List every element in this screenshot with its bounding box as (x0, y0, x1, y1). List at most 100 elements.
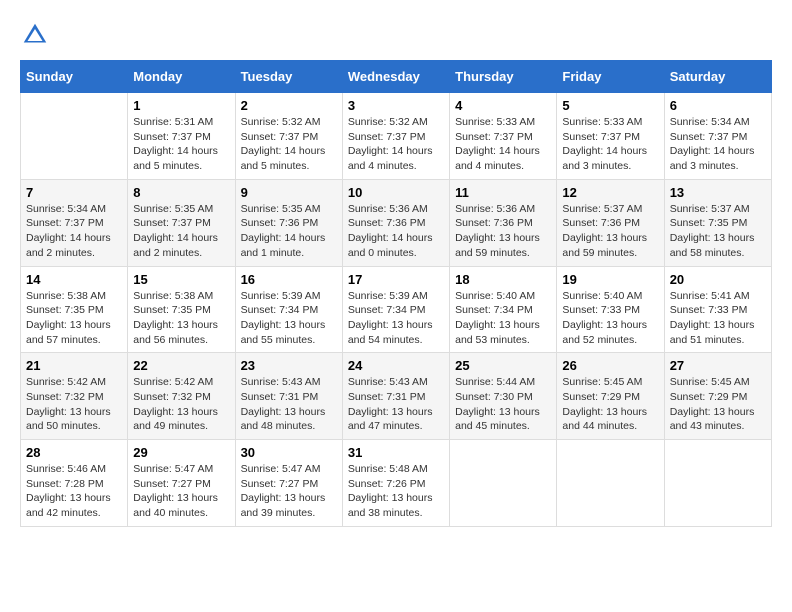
day-number: 6 (670, 98, 766, 113)
day-cell: 4 Sunrise: 5:33 AM Sunset: 7:37 PM Daylig… (450, 93, 557, 180)
day-cell: 11 Sunrise: 5:36 AM Sunset: 7:36 PM Dayli… (450, 179, 557, 266)
day-info: Sunrise: 5:32 AM Sunset: 7:37 PM Dayligh… (348, 115, 444, 174)
day-info: Sunrise: 5:40 AM Sunset: 7:33 PM Dayligh… (562, 289, 658, 348)
week-row-2: 14 Sunrise: 5:38 AM Sunset: 7:35 PM Dayli… (21, 266, 772, 353)
day-info: Sunrise: 5:35 AM Sunset: 7:37 PM Dayligh… (133, 202, 229, 261)
day-info: Sunrise: 5:43 AM Sunset: 7:31 PM Dayligh… (241, 375, 337, 434)
day-cell: 25 Sunrise: 5:44 AM Sunset: 7:30 PM Dayli… (450, 353, 557, 440)
day-number: 5 (562, 98, 658, 113)
day-number: 4 (455, 98, 551, 113)
day-cell: 28Sunrise: 5:46 AM Sunset: 7:28 PM Dayli… (21, 440, 128, 527)
day-number: 26 (562, 358, 658, 373)
page-header (20, 20, 772, 50)
week-row-1: 7 Sunrise: 5:34 AM Sunset: 7:37 PM Daylig… (21, 179, 772, 266)
day-info: Sunrise: 5:37 AM Sunset: 7:35 PM Dayligh… (670, 202, 766, 261)
day-info: Sunrise: 5:38 AM Sunset: 7:35 PM Dayligh… (133, 289, 229, 348)
day-cell: 6 Sunrise: 5:34 AM Sunset: 7:37 PM Daylig… (664, 93, 771, 180)
day-info: Sunrise: 5:34 AM Sunset: 7:37 PM Dayligh… (670, 115, 766, 174)
day-cell: 9 Sunrise: 5:35 AM Sunset: 7:36 PM Daylig… (235, 179, 342, 266)
day-cell: 29 Sunrise: 5:47 AM Sunset: 7:27 PM Dayli… (128, 440, 235, 527)
day-info: Sunrise: 5:39 AM Sunset: 7:34 PM Dayligh… (348, 289, 444, 348)
day-cell: 18 Sunrise: 5:40 AM Sunset: 7:34 PM Dayli… (450, 266, 557, 353)
day-info: Sunrise: 5:39 AM Sunset: 7:34 PM Dayligh… (241, 289, 337, 348)
day-number: 12 (562, 185, 658, 200)
day-cell: 3 Sunrise: 5:32 AM Sunset: 7:37 PM Daylig… (342, 93, 449, 180)
day-number: 18 (455, 272, 551, 287)
day-cell: 13 Sunrise: 5:37 AM Sunset: 7:35 PM Dayli… (664, 179, 771, 266)
day-number: 22 (133, 358, 229, 373)
day-info: Sunrise: 5:45 AM Sunset: 7:29 PM Dayligh… (670, 375, 766, 434)
header-cell-wednesday: Wednesday (342, 61, 449, 93)
day-number: 8 (133, 185, 229, 200)
day-info: Sunrise: 5:35 AM Sunset: 7:36 PM Dayligh… (241, 202, 337, 261)
day-cell: 7 Sunrise: 5:34 AM Sunset: 7:37 PM Daylig… (21, 179, 128, 266)
day-info: Sunrise: 5:43 AM Sunset: 7:31 PM Dayligh… (348, 375, 444, 434)
day-number: 13 (670, 185, 766, 200)
day-info: Sunrise: 5:48 AM Sunset: 7:26 PM Dayligh… (348, 462, 444, 521)
day-info: Sunrise: 5:41 AM Sunset: 7:33 PM Dayligh… (670, 289, 766, 348)
logo-icon (20, 20, 50, 50)
day-info: Sunrise: 5:40 AM Sunset: 7:34 PM Dayligh… (455, 289, 551, 348)
day-cell: 31 Sunrise: 5:48 AM Sunset: 7:26 PM Dayli… (342, 440, 449, 527)
day-number: 11 (455, 185, 551, 200)
day-info: Sunrise: 5:36 AM Sunset: 7:36 PM Dayligh… (348, 202, 444, 261)
day-number: 15 (133, 272, 229, 287)
day-cell: 19 Sunrise: 5:40 AM Sunset: 7:33 PM Dayli… (557, 266, 664, 353)
calendar-table: SundayMondayTuesdayWednesdayThursdayFrid… (20, 60, 772, 527)
day-cell: 2Sunrise: 5:32 AM Sunset: 7:37 PM Daylig… (235, 93, 342, 180)
day-cell: 1Sunrise: 5:31 AM Sunset: 7:37 PM Daylig… (128, 93, 235, 180)
day-info: Sunrise: 5:33 AM Sunset: 7:37 PM Dayligh… (455, 115, 551, 174)
day-cell: 17 Sunrise: 5:39 AM Sunset: 7:34 PM Dayli… (342, 266, 449, 353)
day-cell (450, 440, 557, 527)
day-cell: 15 Sunrise: 5:38 AM Sunset: 7:35 PM Dayli… (128, 266, 235, 353)
day-info: Sunrise: 5:44 AM Sunset: 7:30 PM Dayligh… (455, 375, 551, 434)
day-cell: 12 Sunrise: 5:37 AM Sunset: 7:36 PM Dayli… (557, 179, 664, 266)
day-cell (557, 440, 664, 527)
day-number: 31 (348, 445, 444, 460)
day-cell: 26Sunrise: 5:45 AM Sunset: 7:29 PM Dayli… (557, 353, 664, 440)
week-row-0: 1Sunrise: 5:31 AM Sunset: 7:37 PM Daylig… (21, 93, 772, 180)
day-number: 3 (348, 98, 444, 113)
day-cell: 14Sunrise: 5:38 AM Sunset: 7:35 PM Dayli… (21, 266, 128, 353)
day-number: 7 (26, 185, 122, 200)
day-info: Sunrise: 5:46 AM Sunset: 7:28 PM Dayligh… (26, 462, 122, 521)
day-number: 29 (133, 445, 229, 460)
header-cell-tuesday: Tuesday (235, 61, 342, 93)
header-cell-monday: Monday (128, 61, 235, 93)
day-number: 30 (241, 445, 337, 460)
header-cell-saturday: Saturday (664, 61, 771, 93)
day-info: Sunrise: 5:42 AM Sunset: 7:32 PM Dayligh… (26, 375, 122, 434)
day-number: 25 (455, 358, 551, 373)
day-cell: 21 Sunrise: 5:42 AM Sunset: 7:32 PM Dayli… (21, 353, 128, 440)
day-info: Sunrise: 5:47 AM Sunset: 7:27 PM Dayligh… (241, 462, 337, 521)
day-number: 9 (241, 185, 337, 200)
day-cell: 5 Sunrise: 5:33 AM Sunset: 7:37 PM Daylig… (557, 93, 664, 180)
calendar-body: 1Sunrise: 5:31 AM Sunset: 7:37 PM Daylig… (21, 93, 772, 527)
day-info: Sunrise: 5:33 AM Sunset: 7:37 PM Dayligh… (562, 115, 658, 174)
header-cell-sunday: Sunday (21, 61, 128, 93)
day-cell: 16 Sunrise: 5:39 AM Sunset: 7:34 PM Dayli… (235, 266, 342, 353)
day-cell (664, 440, 771, 527)
header-cell-thursday: Thursday (450, 61, 557, 93)
header-cell-friday: Friday (557, 61, 664, 93)
day-info: Sunrise: 5:37 AM Sunset: 7:36 PM Dayligh… (562, 202, 658, 261)
day-cell: 23Sunrise: 5:43 AM Sunset: 7:31 PM Dayli… (235, 353, 342, 440)
day-number: 10 (348, 185, 444, 200)
day-info: Sunrise: 5:32 AM Sunset: 7:37 PM Dayligh… (241, 115, 337, 174)
day-cell: 8 Sunrise: 5:35 AM Sunset: 7:37 PM Daylig… (128, 179, 235, 266)
day-number: 27 (670, 358, 766, 373)
day-info: Sunrise: 5:34 AM Sunset: 7:37 PM Dayligh… (26, 202, 122, 261)
day-number: 14 (26, 272, 122, 287)
header-row: SundayMondayTuesdayWednesdayThursdayFrid… (21, 61, 772, 93)
week-row-4: 28Sunrise: 5:46 AM Sunset: 7:28 PM Dayli… (21, 440, 772, 527)
day-cell: 22Sunrise: 5:42 AM Sunset: 7:32 PM Dayli… (128, 353, 235, 440)
day-cell: 10 Sunrise: 5:36 AM Sunset: 7:36 PM Dayli… (342, 179, 449, 266)
day-number: 21 (26, 358, 122, 373)
day-number: 19 (562, 272, 658, 287)
day-info: Sunrise: 5:36 AM Sunset: 7:36 PM Dayligh… (455, 202, 551, 261)
day-cell: 20Sunrise: 5:41 AM Sunset: 7:33 PM Dayli… (664, 266, 771, 353)
day-info: Sunrise: 5:47 AM Sunset: 7:27 PM Dayligh… (133, 462, 229, 521)
day-number: 16 (241, 272, 337, 287)
day-number: 17 (348, 272, 444, 287)
calendar-header: SundayMondayTuesdayWednesdayThursdayFrid… (21, 61, 772, 93)
